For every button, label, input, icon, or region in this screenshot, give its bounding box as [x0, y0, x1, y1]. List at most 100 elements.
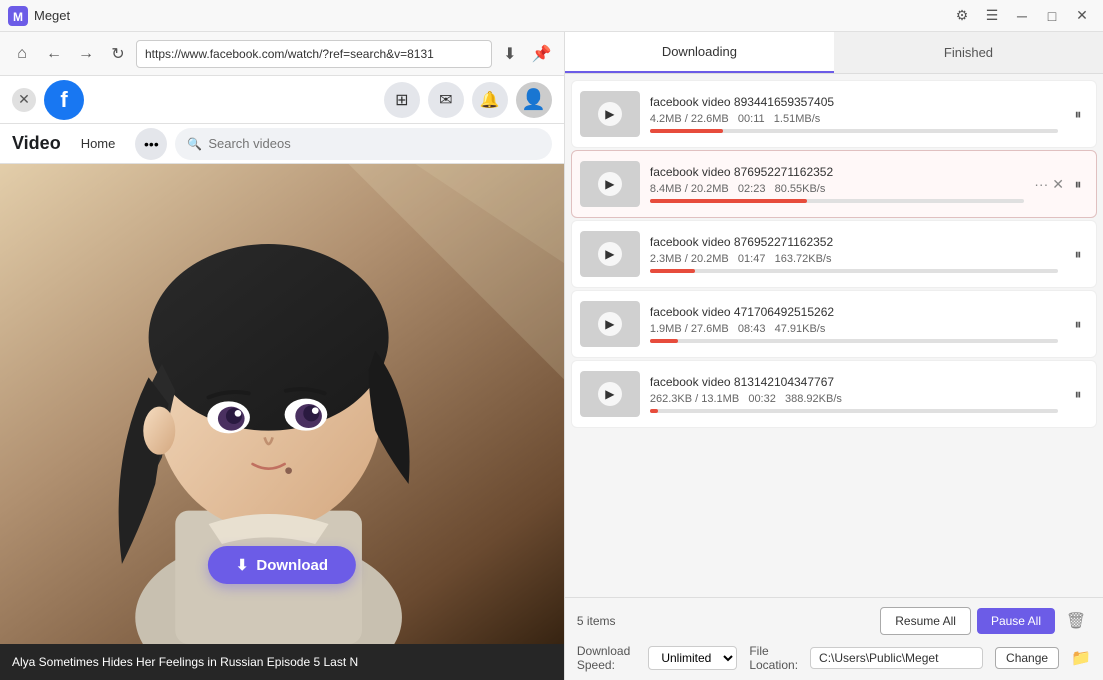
pin-button[interactable]: 📌 [528, 40, 556, 68]
item-more-button[interactable]: ··· [1034, 176, 1048, 192]
progress-bar [650, 269, 1058, 273]
fb-search-input[interactable] [208, 136, 540, 151]
app-title: Meget [34, 8, 949, 23]
facebook-topbar: ✕ f ⊞ ✉ 🔔 👤 [0, 76, 564, 124]
tab-finished[interactable]: Finished [834, 32, 1103, 73]
item-controls: ⏸ [1068, 244, 1088, 264]
progress-fill [650, 269, 695, 273]
play-icon: ▶ [598, 382, 622, 406]
fb-search-box[interactable]: 🔍 [175, 128, 552, 160]
refresh-button[interactable]: ↻ [104, 40, 132, 68]
progress-fill [650, 409, 658, 413]
back-button[interactable]: ← [40, 40, 68, 68]
browser-panel: ⌂ ← → ↻ ⬇ 📌 ✕ f ⊞ ✉ 🔔 👤 Video Home ••• [0, 32, 565, 680]
item-title: facebook video 876952271162352 [650, 165, 1024, 179]
item-thumbnail: ▶ [580, 161, 640, 207]
download-item: ▶ facebook video 813142104347767 262.3KB… [571, 360, 1097, 428]
search-icon: 🔍 [187, 137, 202, 151]
item-meta: 8.4MB / 20.2MB 02:23 80.55KB/s [650, 183, 1024, 195]
right-panel: Downloading Finished ▶ facebook video 89… [565, 32, 1103, 680]
progress-fill [650, 199, 807, 203]
item-thumbnail: ▶ [580, 91, 640, 137]
items-count: 5 items [577, 614, 616, 628]
speed-select[interactable]: Unlimited [648, 646, 737, 670]
footer-row1: 5 items Resume All Pause All 🗑 [577, 606, 1091, 636]
main-area: ⌂ ← → ↻ ⬇ 📌 ✕ f ⊞ ✉ 🔔 👤 Video Home ••• [0, 32, 1103, 680]
fb-apps-button[interactable]: ⊞ [384, 82, 420, 118]
fb-home-link[interactable]: Home [69, 130, 128, 157]
minimize-button[interactable]: ─ [1009, 5, 1035, 27]
item-close-button[interactable]: ✕ [1052, 176, 1064, 193]
change-button[interactable]: Change [995, 647, 1059, 669]
home-button[interactable]: ⌂ [8, 40, 36, 68]
download-button[interactable]: ⬇ Download [208, 546, 356, 584]
item-pause-button[interactable]: ⏸ [1068, 244, 1088, 264]
item-title: facebook video 893441659357405 [650, 95, 1058, 109]
maximize-button[interactable]: □ [1039, 5, 1065, 27]
download-arrow-button[interactable]: ⬇ [496, 40, 524, 68]
play-icon: ▶ [598, 102, 622, 126]
pause-all-button[interactable]: Pause All [977, 608, 1055, 634]
item-pause-button[interactable]: ⏸ [1068, 104, 1088, 124]
fb-notifications-button[interactable]: 🔔 [472, 82, 508, 118]
item-thumbnail: ▶ [580, 301, 640, 347]
video-nav-title: Video [12, 133, 61, 154]
window-controls: ⚙ ☰ ─ □ ✕ [949, 5, 1095, 27]
file-location-label: File Location: [749, 644, 798, 672]
resume-all-button[interactable]: Resume All [880, 607, 971, 635]
menu-button[interactable]: ☰ [979, 5, 1005, 27]
play-icon: ▶ [598, 242, 622, 266]
download-item: ▶ facebook video 893441659357405 4.2MB /… [571, 80, 1097, 148]
video-title: Alya Sometimes Hides Her Feelings in Rus… [12, 655, 358, 669]
item-pause-button[interactable]: ⏸ [1068, 384, 1088, 404]
item-meta: 262.3KB / 13.1MB 00:32 388.92KB/s [650, 393, 1058, 405]
download-item: ▶ facebook video 471706492515262 1.9MB /… [571, 290, 1097, 358]
address-input[interactable] [136, 40, 492, 68]
facebook-videonav: Video Home ••• 🔍 [0, 124, 564, 164]
item-title: facebook video 471706492515262 [650, 305, 1058, 319]
item-pause-button[interactable]: ⏸ [1068, 314, 1088, 334]
close-button[interactable]: ✕ [1069, 5, 1095, 27]
item-info: facebook video 471706492515262 1.9MB / 2… [650, 305, 1058, 343]
download-icon: ⬇ [236, 556, 249, 574]
item-pause-button[interactable]: ⏸ [1068, 174, 1088, 194]
item-info: facebook video 876952271162352 2.3MB / 2… [650, 235, 1058, 273]
play-icon: ▶ [598, 172, 622, 196]
fb-avatar[interactable]: 👤 [516, 82, 552, 118]
file-path-input[interactable] [810, 647, 983, 669]
progress-bar [650, 409, 1058, 413]
fb-more-button[interactable]: ••• [135, 128, 167, 160]
item-meta: 1.9MB / 27.6MB 08:43 47.91KB/s [650, 323, 1058, 335]
progress-fill [650, 339, 679, 343]
fb-close-button[interactable]: ✕ [12, 88, 36, 112]
trash-button[interactable]: 🗑 [1061, 606, 1091, 636]
item-controls: ⏸ [1068, 104, 1088, 124]
item-controls: ⏸ [1068, 314, 1088, 334]
svg-text:M: M [13, 10, 23, 24]
facebook-logo: f [44, 80, 84, 120]
settings-button[interactable]: ⚙ [949, 5, 975, 27]
download-item: ▶ facebook video 876952271162352 8.4MB /… [571, 150, 1097, 218]
tab-bar: Downloading Finished [565, 32, 1103, 74]
item-meta: 2.3MB / 20.2MB 01:47 163.72KB/s [650, 253, 1058, 265]
app-logo: M [8, 6, 28, 26]
progress-bar [650, 129, 1058, 133]
progress-fill [650, 129, 723, 133]
folder-button[interactable]: 📁 [1071, 645, 1091, 671]
item-thumbnail: ▶ [580, 371, 640, 417]
footer: 5 items Resume All Pause All 🗑 Download … [565, 597, 1103, 680]
item-thumbnail: ▶ [580, 231, 640, 277]
item-title: facebook video 876952271162352 [650, 235, 1058, 249]
address-bar: ⌂ ← → ↻ ⬇ 📌 [0, 32, 564, 76]
item-controls: ⏸ [1068, 384, 1088, 404]
tab-downloading[interactable]: Downloading [565, 32, 834, 73]
progress-bar [650, 199, 1024, 203]
item-info: facebook video 813142104347767 262.3KB /… [650, 375, 1058, 413]
fb-messenger-button[interactable]: ✉ [428, 82, 464, 118]
title-bar: M Meget ⚙ ☰ ─ □ ✕ [0, 0, 1103, 32]
item-title: facebook video 813142104347767 [650, 375, 1058, 389]
item-info: facebook video 876952271162352 8.4MB / 2… [650, 165, 1024, 203]
footer-row2: Download Speed: Unlimited File Location:… [577, 644, 1091, 672]
item-meta: 4.2MB / 22.6MB 00:11 1.51MB/s [650, 113, 1058, 125]
forward-button[interactable]: → [72, 40, 100, 68]
